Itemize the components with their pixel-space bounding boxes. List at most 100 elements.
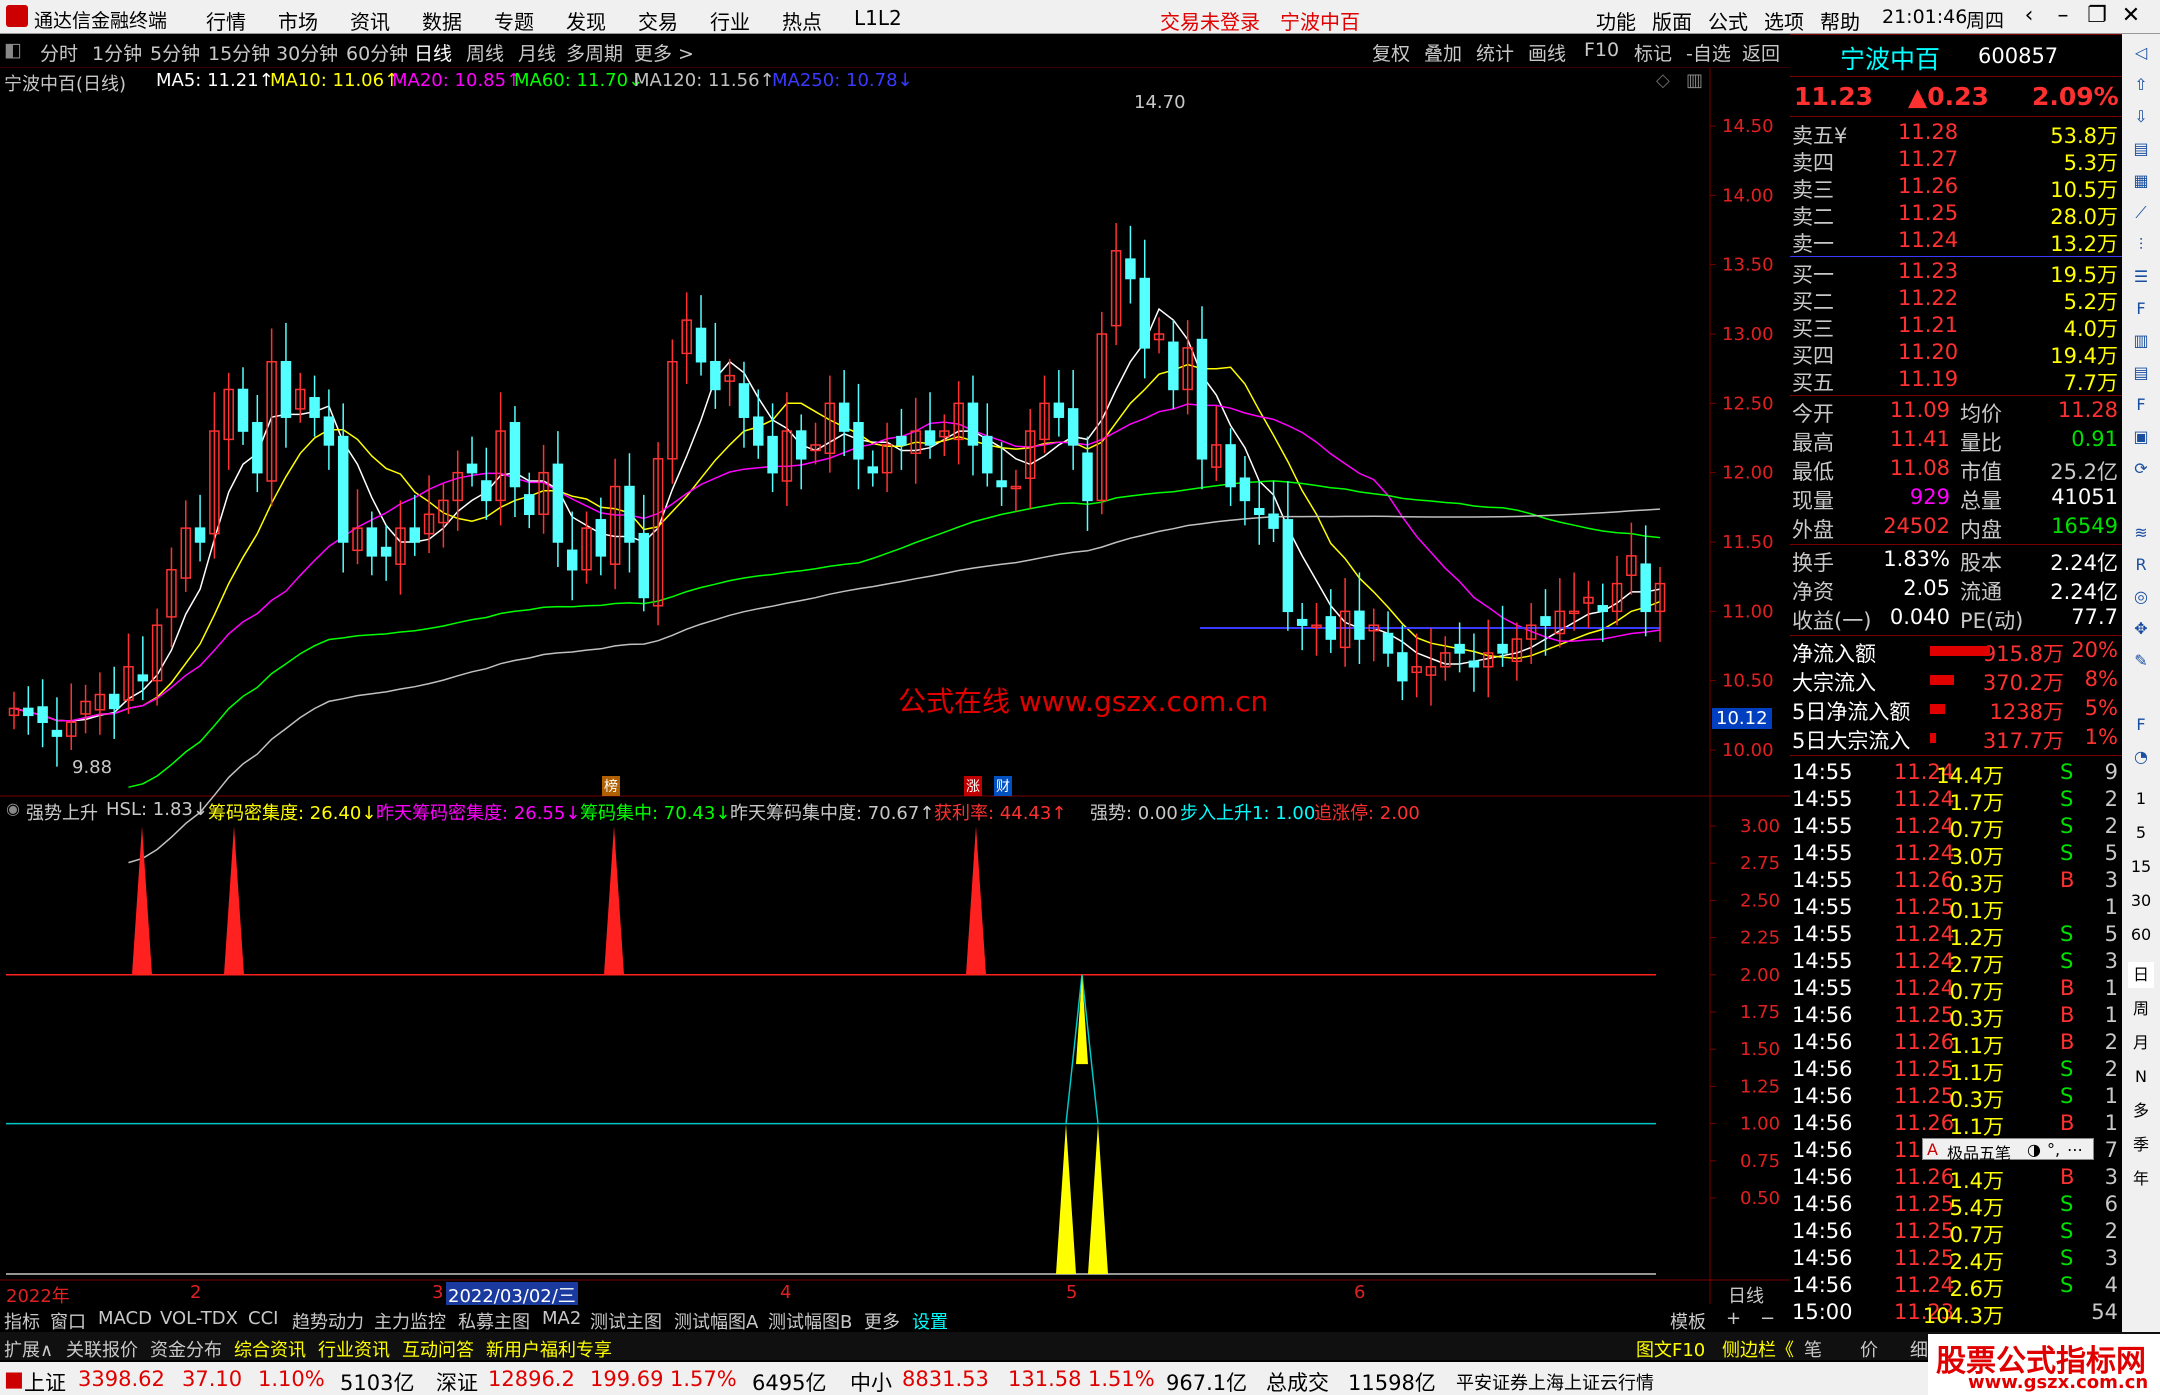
tick-row[interactable]: 14:55 11.24 14.4万 S 9 — [1790, 760, 2122, 788]
price-tab[interactable]: 价 — [1860, 1336, 1878, 1362]
close-icon[interactable]: ✕ — [2116, 4, 2146, 30]
table-icon[interactable]: ▦ — [2128, 168, 2154, 194]
target-icon[interactable]: ◎ — [2128, 584, 2154, 610]
tick-row[interactable]: 14:55 11.24 1.2万 S 5 — [1790, 922, 2122, 950]
tab[interactable]: VOL-TDX — [160, 1308, 238, 1329]
tick-row[interactable]: 14:55 11.25 0.1万 1 — [1790, 895, 2122, 923]
back-icon[interactable]: ‹ — [2014, 4, 2044, 30]
side-period-15[interactable]: 15 — [2128, 854, 2154, 880]
menu-item[interactable]: 数据 — [422, 6, 462, 35]
up-arrow-icon[interactable]: ⇧ — [2128, 72, 2154, 98]
tab[interactable]: 测试主图 — [590, 1308, 662, 1334]
flow-row[interactable]: 大宗流入 370.2万 8% — [1790, 667, 2122, 695]
bid-row[interactable]: 买一 11.23 19.5万 — [1790, 259, 2122, 287]
menu-item[interactable]: 市场 — [278, 6, 318, 35]
chart-icon[interactable]: ⟋ — [2128, 200, 2154, 226]
toolbar-button[interactable]: 复权 — [1372, 39, 1410, 66]
cycle-icon[interactable]: ⟳ — [2128, 456, 2154, 482]
toolbar-button[interactable]: -自选 — [1686, 39, 1731, 66]
tick-row[interactable]: 14:56 11.25 0.3万 B 1 — [1790, 1003, 2122, 1031]
tab[interactable]: 互动问答 — [402, 1336, 474, 1362]
tick-row[interactable]: 14:56 11.26 1.4万 B 3 — [1790, 1165, 2122, 1193]
f5-icon[interactable]: F — [2128, 712, 2154, 738]
tick-row[interactable]: 14:56 11.24 2.6万 S 4 — [1790, 1273, 2122, 1301]
tab[interactable]: 测试幅图A — [674, 1308, 758, 1334]
stat-row[interactable]: 现量 929 总量 41051 — [1790, 485, 2122, 513]
stat-row[interactable]: 外盘 24502 内盘 16549 — [1790, 514, 2122, 542]
toolbar-handle-icon[interactable]: ◧ — [4, 39, 22, 61]
period-tab[interactable]: 1分钟 — [92, 39, 142, 66]
side-period-week[interactable]: 周 — [2128, 996, 2154, 1022]
menu-item[interactable]: 行情 — [206, 6, 246, 35]
minimize-icon[interactable]: – — [2048, 4, 2078, 30]
tick-row[interactable]: 14:55 11.24 2.7万 S 3 — [1790, 949, 2122, 977]
tick-row[interactable]: 14:56 11.26 1.1万 B 1 — [1790, 1111, 2122, 1139]
period-tab[interactable]: 月线 — [518, 39, 556, 66]
period-tab[interactable]: 更多 > — [634, 39, 694, 66]
kline-icon[interactable]: ⫶ — [2128, 232, 2154, 258]
f10-icon[interactable]: F — [2128, 296, 2154, 322]
bid-row[interactable]: 买四 11.20 19.4万 — [1790, 340, 2122, 368]
add-window-button[interactable]: + — [1726, 1308, 1741, 1329]
tick-row[interactable]: 14:56 11.25 1.1万 S 2 — [1790, 1057, 2122, 1085]
tab[interactable]: CCI — [248, 1308, 278, 1329]
toolbar-button[interactable]: 叠加 — [1424, 39, 1462, 66]
menu-item[interactable]: 行业 — [710, 6, 750, 35]
restore-icon[interactable]: ❐ — [2082, 4, 2112, 30]
side-period-quarter[interactable]: 季 — [2128, 1132, 2154, 1158]
tick-row[interactable]: 15:00 11.23 104.3万 54 — [1790, 1300, 2122, 1328]
finance-marker[interactable]: 财 — [994, 776, 1012, 796]
menu-item[interactable]: 帮助 — [1820, 6, 1860, 35]
down-arrow-icon[interactable]: ⇩ — [2128, 104, 2154, 130]
tick-row[interactable]: 14:55 11.26 0.3万 B 3 — [1790, 868, 2122, 896]
period-tab[interactable]: 多周期 — [566, 39, 623, 66]
tick-row[interactable]: 14:56 11.25 5.4万 S 6 — [1790, 1192, 2122, 1220]
f10-tab[interactable]: 图文F10 — [1636, 1336, 1705, 1362]
menu-item[interactable]: 公式 — [1708, 6, 1748, 35]
tab[interactable]: 窗口 — [50, 1308, 86, 1334]
menu-item[interactable]: 发现 — [566, 6, 606, 35]
tick-row[interactable]: 14:56 11.25 0.7万 S 2 — [1790, 1219, 2122, 1247]
list-icon[interactable]: ☰ — [2128, 264, 2154, 290]
menu-item[interactable]: 资讯 — [350, 6, 390, 35]
side-period-day[interactable]: 日 — [2128, 962, 2154, 988]
tick-row[interactable]: 14:55 11.24 1.7万 S 2 — [1790, 787, 2122, 815]
tab[interactable]: MACD — [98, 1308, 152, 1329]
move-icon[interactable]: ✥ — [2128, 616, 2154, 642]
doc-icon[interactable]: ▤ — [2128, 360, 2154, 386]
side-period-month[interactable]: 月 — [2128, 1030, 2154, 1056]
menu-item[interactable]: 功能 — [1596, 6, 1636, 35]
tab[interactable]: MA2 — [542, 1308, 581, 1329]
menu-item[interactable]: 交易 — [638, 6, 678, 35]
side-period-30[interactable]: 30 — [2128, 888, 2154, 914]
zx-label[interactable]: 中小 — [850, 1367, 892, 1395]
tab-settings[interactable]: 设置 — [912, 1308, 948, 1334]
tick-row[interactable]: 14:56 11.25 0.3万 S 1 — [1790, 1084, 2122, 1112]
f2-icon[interactable]: F — [2128, 392, 2154, 418]
rank-marker[interactable]: 榜 — [602, 776, 620, 796]
period-tab[interactable]: 分时 — [40, 39, 78, 66]
period-tab[interactable]: 15分钟 — [208, 39, 270, 66]
tab[interactable]: 趋势动力 — [292, 1308, 364, 1334]
tick-row[interactable]: 14:56 11.25 2.4万 S 3 — [1790, 1246, 2122, 1274]
tab[interactable]: 新用户福利专享 — [486, 1336, 612, 1362]
tick-tab[interactable]: 笔 — [1804, 1336, 1822, 1362]
period-tab[interactable]: 30分钟 — [276, 39, 338, 66]
ask-row[interactable]: 卖五¥ 11.28 53.8万 — [1790, 120, 2122, 148]
side-period-5[interactable]: 5 — [2128, 820, 2154, 846]
tab[interactable]: 扩展∧ — [4, 1336, 53, 1362]
period-tab-active[interactable]: 日线 — [414, 39, 452, 66]
stat-row[interactable]: 换手 1.83% 股本 2.24亿 — [1790, 547, 2122, 575]
menu-item[interactable]: 选项 — [1764, 6, 1804, 35]
ask-row[interactable]: 卖二 11.25 28.0万 — [1790, 201, 2122, 229]
stat-row[interactable]: 收益(一) 0.040 PE(动) 77.7 — [1790, 605, 2122, 633]
tick-row[interactable]: 14:56 11.26 1.1万 B 2 — [1790, 1030, 2122, 1058]
toolbar-button[interactable]: 返回 — [1742, 39, 1780, 66]
ask-row[interactable]: 卖一 11.24 13.2万 — [1790, 228, 2122, 256]
stat-row[interactable]: 净资 2.05 流通 2.24亿 — [1790, 576, 2122, 604]
toolbar-button[interactable]: 标记 — [1634, 39, 1672, 66]
sz-label[interactable]: 深证 — [436, 1367, 478, 1395]
pie-icon[interactable]: ◔ — [2128, 744, 2154, 770]
bid-row[interactable]: 买三 11.21 4.0万 — [1790, 313, 2122, 341]
bid-row[interactable]: 买二 11.22 5.2万 — [1790, 286, 2122, 314]
